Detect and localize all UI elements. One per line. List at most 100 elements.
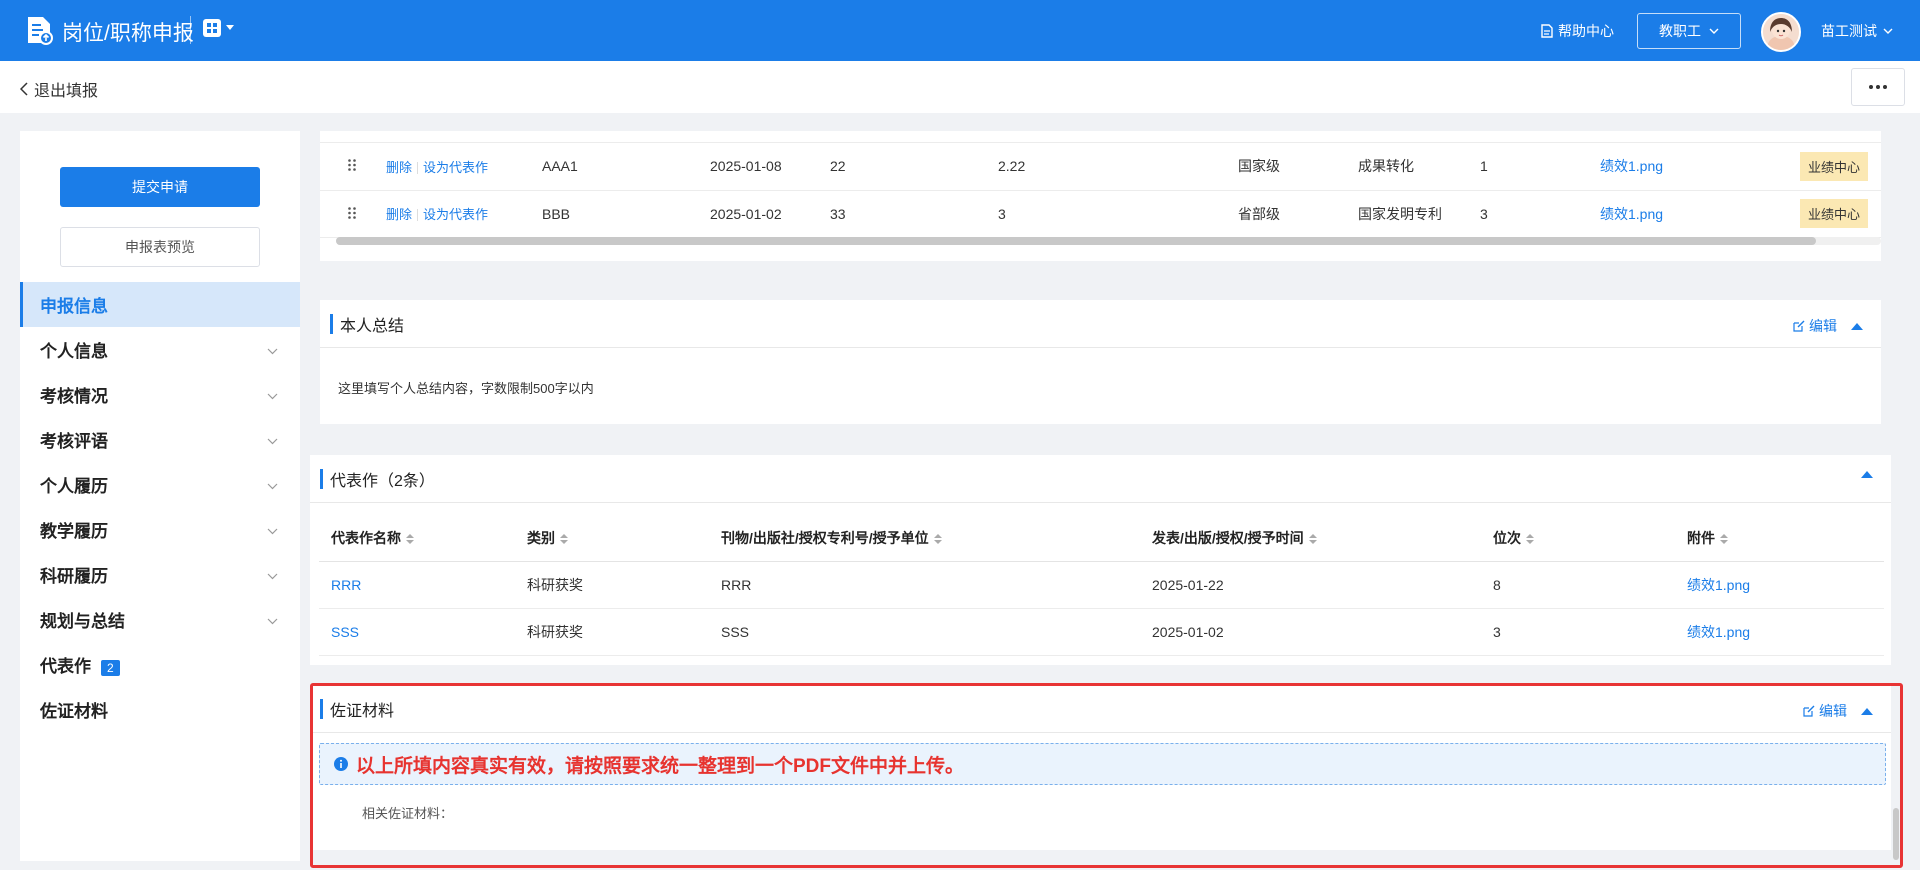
sort-icon[interactable] bbox=[1308, 534, 1317, 545]
sidebar-item-label: 科研履历 bbox=[40, 567, 108, 586]
submit-application-button[interactable]: 提交申请 bbox=[60, 167, 260, 207]
help-center-link[interactable]: 帮助中心 bbox=[1541, 21, 1614, 41]
sidebar-item-label: 教学履历 bbox=[40, 522, 108, 541]
column-header[interactable]: 类别 bbox=[515, 515, 709, 562]
work-publisher: SSS bbox=[709, 608, 1140, 656]
notice-text: 以上所填内容真实有效，请按照要求统一整理到一个PDF文件中并上传。 bbox=[356, 755, 965, 777]
section-accent-bar bbox=[320, 468, 323, 489]
achievement-value: 22 bbox=[830, 158, 846, 175]
collapse-icon[interactable] bbox=[1861, 707, 1873, 715]
column-header[interactable]: 刊物/出版社/授权专利号/授予单位 bbox=[709, 515, 1140, 562]
attachment-cell: 绩效1.png bbox=[1588, 143, 1788, 190]
attachment-link[interactable]: 绩效1.png bbox=[1600, 158, 1663, 174]
sidebar-item[interactable]: 科研履历 bbox=[20, 552, 300, 597]
sub-header: 退出填报 bbox=[0, 61, 1920, 113]
section-accent-bar bbox=[320, 698, 323, 719]
achievement-date: 2025-01-02 bbox=[710, 205, 782, 222]
attachment-link[interactable]: 绩效1.png bbox=[1600, 206, 1663, 222]
row-actions: 删除 设为代表作 bbox=[362, 190, 530, 237]
sidebar-item[interactable]: 代表作 2 bbox=[20, 642, 300, 687]
achievement-name: BBB bbox=[542, 205, 571, 222]
edit-label: 编辑 bbox=[1809, 318, 1837, 334]
set-representative-link[interactable]: 设为代表作 bbox=[423, 207, 488, 222]
sidebar-item-label: 代表作 2 bbox=[40, 652, 278, 677]
achievement-type: 国家发明专利 bbox=[1358, 205, 1442, 222]
app-title: 岗位/职称申报 bbox=[62, 22, 194, 45]
sidebar-item[interactable]: 考核情况 bbox=[20, 372, 300, 417]
work-name-link[interactable]: SSS bbox=[331, 624, 359, 640]
attachment-cell: 绩效1.png bbox=[1588, 190, 1788, 237]
achievements-table: 删除 设为代表作 AAA1 2025-01-08 22 2.22 国家级 成果转化 1 绩效1.p… bbox=[320, 143, 1881, 238]
work-category: 科研获奖 bbox=[515, 561, 709, 609]
representative-works-card: 代表作（2条） 代表作名称 类别 刊物/出版社/授权专利号/授予单位 发表/出版/授权… bbox=[310, 455, 1891, 665]
user-menu[interactable]: 苗工测试 bbox=[1821, 21, 1893, 41]
exit-button[interactable]: 退出填报 bbox=[20, 77, 98, 101]
work-category: 科研获奖 bbox=[515, 608, 709, 656]
horizontal-scrollbar-track[interactable] bbox=[336, 237, 1881, 245]
work-rank: 3 bbox=[1481, 608, 1675, 656]
attachment-link[interactable]: 绩效1.png bbox=[1687, 624, 1750, 640]
collapse-icon[interactable] bbox=[1861, 471, 1873, 478]
column-header-label: 代表作名称 bbox=[331, 529, 401, 546]
delete-link[interactable]: 删除 bbox=[386, 160, 412, 175]
work-name-link[interactable]: RRR bbox=[331, 577, 361, 593]
work-rank: 8 bbox=[1481, 561, 1675, 609]
collapse-icon[interactable] bbox=[1851, 322, 1863, 330]
role-selector[interactable]: 教职工 bbox=[1637, 13, 1741, 49]
sidebar-item[interactable]: 规划与总结 bbox=[20, 597, 300, 642]
sidebar-item[interactable]: 申报信息 bbox=[20, 282, 300, 327]
app-switcher-button[interactable] bbox=[203, 19, 234, 37]
chevron-down-icon bbox=[267, 520, 278, 540]
horizontal-scrollbar-thumb[interactable] bbox=[336, 237, 1816, 245]
column-header[interactable]: 代表作名称 bbox=[319, 515, 515, 562]
evidence-edit-button[interactable]: 编辑 bbox=[1803, 701, 1847, 721]
more-options-button[interactable] bbox=[1851, 68, 1905, 106]
source-cell: 业绩中心 bbox=[1788, 190, 1881, 237]
sidebar-item-label: 申报信息 bbox=[40, 297, 108, 316]
column-header[interactable]: 发表/出版/授权/授予时间 bbox=[1140, 515, 1481, 562]
preview-form-button[interactable]: 申报表预览 bbox=[60, 227, 260, 267]
action-separator bbox=[417, 209, 419, 222]
sidebar-item[interactable]: 个人信息 bbox=[20, 327, 300, 372]
drag-handle-cell bbox=[320, 143, 362, 190]
attachment-link[interactable]: 绩效1.png bbox=[1687, 577, 1750, 593]
sort-icon[interactable] bbox=[933, 534, 942, 545]
chevron-down-icon bbox=[267, 610, 278, 630]
summary-edit-button[interactable]: 编辑 bbox=[1793, 316, 1837, 336]
column-header-label: 类别 bbox=[527, 529, 555, 546]
sidebar-item[interactable]: 个人履历 bbox=[20, 462, 300, 507]
source-tag: 业绩中心 bbox=[1800, 151, 1869, 181]
sidebar-item[interactable]: 教学履历 bbox=[20, 507, 300, 552]
chevron-down-icon bbox=[267, 340, 278, 360]
caret-down-icon bbox=[226, 25, 234, 30]
sidebar-item-label: 个人履历 bbox=[40, 477, 108, 496]
apps-grid-icon bbox=[203, 19, 221, 37]
column-header[interactable]: 位次 bbox=[1481, 515, 1675, 562]
summary-title: 本人总结 bbox=[340, 317, 405, 335]
sort-icon[interactable] bbox=[1720, 534, 1728, 545]
drag-handle-icon[interactable] bbox=[348, 206, 356, 222]
work-date: 2025-01-22 bbox=[1140, 561, 1481, 609]
vertical-scrollbar-thumb[interactable] bbox=[1893, 808, 1899, 860]
sort-icon[interactable] bbox=[1526, 534, 1534, 545]
delete-link[interactable]: 删除 bbox=[386, 207, 412, 222]
achievement-value: 33 bbox=[830, 205, 846, 222]
evidence-title: 佐证材料 bbox=[330, 702, 395, 720]
document-logo-icon bbox=[28, 17, 53, 45]
source-tag: 业绩中心 bbox=[1800, 199, 1869, 228]
achievement-score: 2.22 bbox=[998, 158, 1026, 175]
column-header[interactable]: 附件 bbox=[1675, 515, 1884, 562]
sort-icon[interactable] bbox=[406, 534, 414, 545]
user-avatar[interactable] bbox=[1761, 12, 1801, 52]
sidebar-nav: 申报信息个人信息 考核情况 考核评语个人履历教学履历科研履历规划与总结代表作 2 佐证材… bbox=[20, 282, 300, 732]
section-accent-bar bbox=[330, 313, 333, 334]
row-actions: 删除 设为代表作 bbox=[362, 143, 530, 190]
source-cell: 业绩中心 bbox=[1788, 143, 1881, 190]
evidence-field-label: 相关佐证材料： bbox=[362, 806, 454, 821]
top-navigation-bar: 岗位/职称申报 帮助中心 教职工 苗工测试 bbox=[0, 0, 1920, 61]
drag-handle-icon[interactable] bbox=[348, 159, 356, 174]
sort-icon[interactable] bbox=[560, 534, 568, 545]
sidebar-item[interactable]: 佐证材料 bbox=[20, 687, 300, 732]
sidebar-item[interactable]: 考核评语 bbox=[20, 417, 300, 462]
set-representative-link[interactable]: 设为代表作 bbox=[423, 160, 488, 175]
